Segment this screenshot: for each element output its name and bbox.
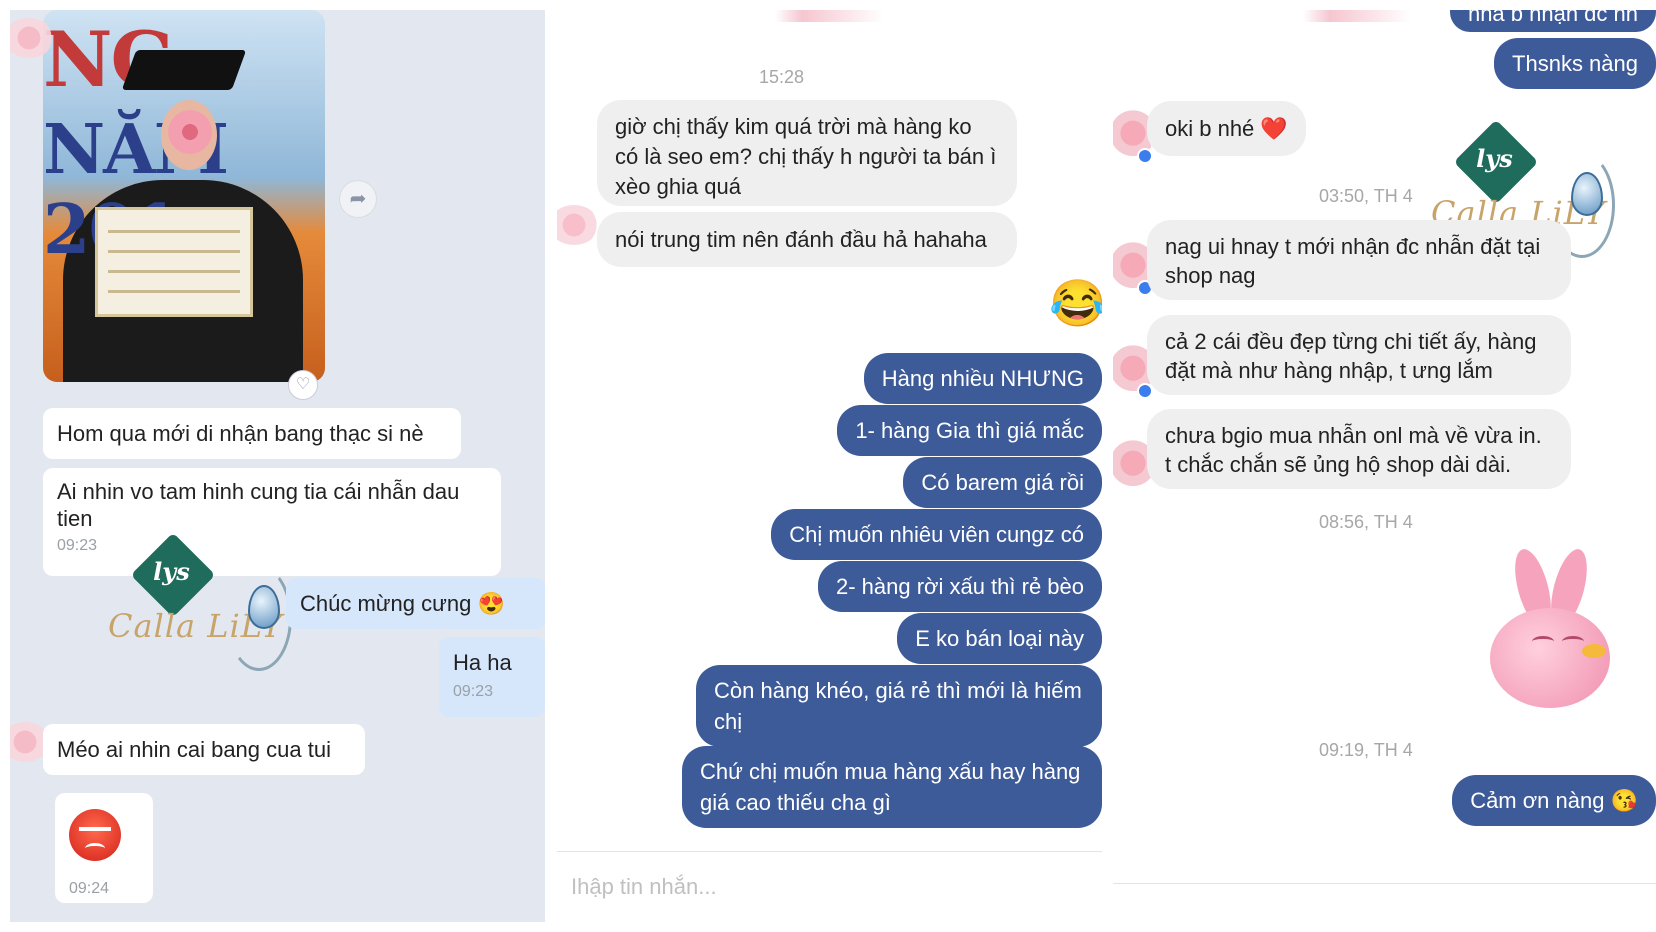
message-outgoing[interactable]: E ko bán loại này bbox=[897, 613, 1102, 664]
message-outgoing-partial[interactable]: nha b nhận đc nh bbox=[1449, 10, 1656, 32]
message-outgoing[interactable]: Chúc mừng cưng 😍 bbox=[286, 578, 545, 629]
message-incoming[interactable]: Hom qua mới di nhận bang thạc si nè bbox=[43, 408, 461, 459]
message-text: Ai nhin vo tam hinh cung tia cái nhẫn da… bbox=[57, 479, 460, 531]
bird-eye bbox=[1562, 636, 1584, 647]
message-text: Chúc mừng cưng bbox=[300, 591, 472, 616]
message-text: Thsnks nàng bbox=[1512, 51, 1638, 76]
chat-timestamp: 15:28 bbox=[759, 67, 805, 87]
top-decoration bbox=[557, 10, 1102, 22]
cert-line bbox=[108, 250, 240, 253]
cert-line bbox=[108, 270, 240, 273]
gem-drop-decoration bbox=[1571, 172, 1603, 216]
graduation-photo[interactable]: NG NĂM 201 bbox=[43, 10, 325, 382]
avatar[interactable] bbox=[1113, 345, 1153, 403]
gem-drop-decoration bbox=[248, 585, 280, 629]
chat-timestamp: 08:56, TH 4 bbox=[1319, 512, 1413, 532]
message-text: E ko bán loại này bbox=[915, 626, 1084, 651]
message-input-placeholder[interactable]: Ihập tin nhắn... bbox=[571, 874, 717, 900]
avatar[interactable] bbox=[1113, 242, 1153, 300]
kiss-emoji: 😘 bbox=[1610, 788, 1638, 813]
face-cover-flower bbox=[168, 110, 212, 154]
message-time: 09:24 bbox=[69, 880, 110, 897]
message-text: Có barem giá rồi bbox=[921, 470, 1084, 495]
heart-icon[interactable]: ♡ bbox=[288, 370, 318, 400]
message-text: Còn hàng khéo, giá rẻ thì mới là hiếm ch… bbox=[714, 678, 1082, 734]
message-text: nha b nhận đc nh bbox=[1467, 10, 1638, 26]
chat-panel-zalo: NG NĂM 201 ➦ ♡ Hom qua mới di nhận bang … bbox=[10, 10, 545, 922]
cert-line bbox=[108, 290, 240, 293]
message-outgoing[interactable]: Còn hàng khéo, giá rẻ thì mới là hiếm ch… bbox=[696, 665, 1102, 747]
chat-panel-messenger: 15:28 giờ chị thấy kim quá trời mà hàng … bbox=[557, 10, 1102, 922]
message-text: nói trung tim nên đánh đầu hả hahaha bbox=[615, 227, 987, 252]
message-text: Chị muốn nhiêu viên cungz có bbox=[789, 522, 1084, 547]
message-outgoing[interactable]: Có barem giá rồi bbox=[903, 457, 1102, 508]
grad-cap bbox=[121, 50, 247, 90]
bird-eye bbox=[1532, 636, 1554, 647]
message-text: Ha ha bbox=[453, 650, 512, 675]
message-input-bar[interactable]: Ihập tin nhắn... bbox=[557, 851, 1102, 922]
message-text: Hom qua mới di nhận bang thạc si nè bbox=[57, 421, 424, 446]
message-incoming[interactable]: oki b nhé ❤️ bbox=[1147, 101, 1306, 156]
message-outgoing[interactable]: Cảm ơn nàng 😘 bbox=[1452, 775, 1656, 826]
bird-body bbox=[1490, 608, 1610, 708]
message-time: 09:23 bbox=[453, 683, 494, 700]
message-text: chưa bgio mua nhẫn onl mà về vừa in. t c… bbox=[1165, 423, 1542, 477]
input-divider bbox=[1113, 883, 1656, 884]
message-text: Cảm ơn nàng bbox=[1470, 788, 1605, 813]
message-outgoing[interactable]: 2- hàng rời xấu thì rẻ bèo bbox=[817, 561, 1102, 612]
messenger-badge-icon bbox=[1137, 148, 1153, 164]
angry-emoji-sticker[interactable]: 09:24 bbox=[55, 793, 153, 903]
bird-beak bbox=[1582, 644, 1606, 658]
message-text: 2- hàng rời xấu thì rẻ bèo bbox=[835, 574, 1084, 599]
message-outgoing[interactable]: Hàng nhiều NHƯNG bbox=[863, 353, 1102, 404]
message-text: giờ chị thấy kim quá trời mà hàng ko có … bbox=[615, 114, 997, 199]
cert-line bbox=[108, 230, 240, 233]
message-text: Chứ chị muốn mua hàng xấu hay hàng giá c… bbox=[700, 759, 1081, 815]
chat-panel-messenger-2: nha b nhận đc nh Thsnks nàng oki b nhé ❤… bbox=[1113, 10, 1656, 922]
certificate bbox=[95, 207, 253, 317]
brand-logo-mark: lys bbox=[1453, 119, 1539, 205]
chat-timestamp: 09:19, TH 4 bbox=[1319, 740, 1413, 760]
angry-face-icon bbox=[69, 809, 121, 861]
avatar-flower bbox=[557, 205, 599, 245]
messenger-badge-icon bbox=[1137, 383, 1153, 399]
message-outgoing[interactable]: Thsnks nàng bbox=[1494, 38, 1656, 89]
message-incoming[interactable]: nói trung tim nên đánh đầu hả hahaha bbox=[597, 212, 1017, 267]
message-text: 1- hàng Gia thì giá mắc bbox=[855, 418, 1084, 443]
message-text: cả 2 cái đều đẹp từng chi tiết ấy, hàng … bbox=[1165, 329, 1537, 383]
heart-eyes-emoji: 😍 bbox=[477, 591, 505, 616]
message-incoming[interactable]: nag ui hnay t mới nhận đc nhẫn đặt tại s… bbox=[1147, 220, 1571, 300]
message-incoming[interactable]: Méo ai nhin cai bang cua tui bbox=[43, 724, 365, 775]
message-outgoing[interactable]: 1- hàng Gia thì giá mắc bbox=[837, 405, 1102, 456]
message-outgoing[interactable]: Chứ chị muốn mua hàng xấu hay hàng giá c… bbox=[682, 746, 1102, 828]
message-incoming[interactable]: cả 2 cái đều đẹp từng chi tiết ấy, hàng … bbox=[1147, 315, 1571, 395]
avatar[interactable] bbox=[1113, 440, 1151, 498]
avatar[interactable] bbox=[1113, 110, 1153, 168]
message-text: Hàng nhiều NHƯNG bbox=[881, 366, 1084, 391]
message-text: nag ui hnay t mới nhận đc nhẫn đặt tại s… bbox=[1165, 234, 1541, 288]
message-outgoing[interactable]: Chị muốn nhiêu viên cungz có bbox=[771, 509, 1102, 560]
laughing-emoji-reaction: 😂 bbox=[1049, 277, 1102, 329]
message-outgoing[interactable]: Ha ha 09:23 bbox=[439, 637, 545, 717]
chat-timestamp: 03:50, TH 4 bbox=[1319, 186, 1413, 206]
message-incoming[interactable]: chưa bgio mua nhẫn onl mà về vừa in. t c… bbox=[1147, 409, 1571, 489]
message-incoming[interactable]: giờ chị thấy kim quá trời mà hàng ko có … bbox=[597, 100, 1017, 206]
heart-emoji: ❤️ bbox=[1260, 116, 1288, 141]
message-text: Méo ai nhin cai bang cua tui bbox=[57, 737, 331, 762]
pink-bird-sticker[interactable] bbox=[1470, 545, 1640, 718]
brand-logo-mark: lys bbox=[130, 532, 216, 618]
message-text: oki b nhé bbox=[1165, 116, 1255, 141]
share-icon[interactable]: ➦ bbox=[339, 180, 377, 218]
